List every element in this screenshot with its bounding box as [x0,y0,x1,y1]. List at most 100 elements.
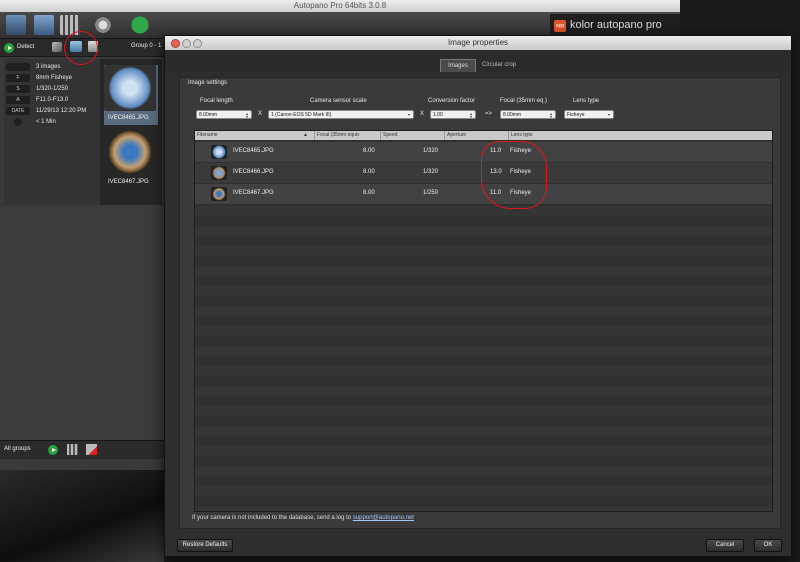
thumbnail-item[interactable]: IVEC8467.JPG [104,129,158,189]
help-icon[interactable] [130,15,150,35]
cell-filename: IVEC8466.JPG [233,169,274,175]
footer-note-text: If your camera is not included to the da… [192,515,352,521]
table-stripe [195,406,772,416]
spinner-icon[interactable]: ▴ ▾ [548,112,554,119]
cell-filename: IVEC8465.JPG [233,148,274,154]
image-settings-group: Image settings Focal length 8.00mm ▴ ▾ X … [179,77,781,529]
table-stripe [195,346,772,356]
add-group-icon[interactable] [67,444,78,455]
multiply-sign: X [420,111,425,117]
annotation-circle [64,31,98,65]
thumbnail-label: IVEC8467.JPG [108,179,149,185]
column-filename[interactable]: Filename ▲ [195,131,315,140]
focal-length-label: Focal length [200,98,233,104]
info-row: F 8mm Fisheye [6,74,98,83]
main-window-title: Autopano Pro 64bits 3.0.8 [0,0,680,12]
column-focal[interactable]: Focal (35mm equiv [315,131,381,140]
new-project-icon[interactable] [6,15,26,35]
brand-text: kolor autopano pro [570,19,662,31]
tab-bar: Images Circular crop [165,50,791,72]
play-all-icon[interactable] [48,445,58,455]
info-row: DATE 11/29/13 12:20 PM [6,107,98,116]
annotation-circle [481,141,547,209]
import-images-icon[interactable] [34,15,54,35]
tab-images[interactable]: Images [440,59,476,72]
table-stripe [195,246,772,256]
play-icon [4,43,14,53]
all-groups-bar: All groups [0,440,165,459]
restore-defaults-button[interactable]: Restore Defaults [177,539,233,552]
all-groups-label: All groups [4,446,31,452]
table-stripe [195,466,772,476]
images-count-icon [6,63,30,71]
ok-button[interactable]: OK [754,539,782,552]
delete-group-icon[interactable] [86,444,97,455]
info-row: < 1 Min [6,118,98,127]
spinner-icon[interactable]: ▴ ▾ [468,112,474,119]
info-value: < 1 Min [36,119,56,125]
footer-note: If your camera is not included to the da… [192,515,414,521]
conversion-factor-label: Conversion factor [428,98,476,104]
table-header: Filename ▲ Focal (35mm equiv Speed Apert… [195,131,772,140]
row-thumbnail-image [211,166,227,180]
table-stripe [195,426,772,436]
info-value: 11/29/13 12:20 PM [36,108,87,114]
group-label: Group 0 - 1 [131,43,162,49]
zoom-window-icon[interactable] [193,39,202,48]
wrench-icon[interactable] [52,42,62,52]
support-email-link[interactable]: support@autopano.net [353,515,414,521]
detect-label: Detect [17,44,35,50]
equals-arrow: => [485,111,493,117]
clock-icon [14,118,22,126]
fisheye-thumbnail-image [104,129,156,175]
info-row: A F11.0-F13.0 [6,96,98,105]
info-key: S [6,85,30,93]
info-value: 3 images [36,64,61,70]
minimize-window-icon[interactable] [182,39,191,48]
cell-focal: 8.00 [363,169,375,175]
info-key: A [6,96,30,104]
info-value: F11.0-F13.0 [36,97,69,103]
close-window-icon[interactable] [171,39,180,48]
focal-35mm-value: 8.00mm [503,112,522,118]
settings-gear-icon[interactable] [93,15,113,35]
focal-length-input[interactable]: 8.00mm ▴ ▾ [196,110,252,119]
lens-type-select[interactable]: Fisheye ▾ [564,110,614,119]
column-aperture[interactable]: Aperture [445,131,509,140]
brand-mark-icon: app [554,20,566,32]
thumbnail-label: IVEC8465.JPG [108,115,149,121]
table-stripe [195,266,772,276]
cell-focal: 8.00 [363,190,375,196]
column-speed[interactable]: Speed [381,131,445,140]
focal-35mm-input[interactable]: 8.00mm ▴ ▾ [500,110,556,119]
sensor-scale-label: Camera sensor scale [310,98,367,104]
cell-filename: IVEC8467.JPG [233,190,274,196]
table-stripe [195,286,772,296]
images-table: Filename ▲ Focal (35mm equiv Speed Apert… [194,130,773,512]
table-stripe [195,386,772,396]
dialog-title: Image properties [447,38,509,47]
sensor-scale-select[interactable]: 1 (Canon-EOS 5D Mark III) ▾ [268,110,414,119]
info-key: DATE [6,107,30,115]
column-lens-type[interactable]: Lens type [509,131,772,140]
table-stripe [195,506,772,511]
thumbnail-item[interactable]: IVEC8465.JPG [104,65,158,125]
row-thumbnail-image [211,145,227,159]
multiply-sign: X [258,111,263,117]
sensor-scale-value: 1 (Canon-EOS 5D Mark III) [271,112,332,118]
cancel-button[interactable]: Cancel [706,539,744,552]
focal-35mm-label: Focal (35mm eq.) [500,98,548,104]
spinner-icon[interactable]: ▴ ▾ [244,112,250,119]
table-stripe [195,446,772,456]
table-stripe [195,366,772,376]
chevron-down-icon: ▾ [407,112,410,117]
cell-speed: 1/320 [423,148,439,154]
fisheye-thumbnail-image [104,65,156,111]
focal-length-value: 8.00mm [199,112,218,118]
conversion-factor-input[interactable]: 1.00 ▴ ▾ [430,110,476,119]
group-info-panel: 3 images F 8mm Fisheye S 1/320-1/250 A F… [4,59,100,205]
tab-circular-crop[interactable]: Circular crop [475,59,523,71]
table-stripe [195,206,772,216]
lens-type-value: Fisheye [567,112,585,118]
detect-button[interactable]: Detect [4,42,48,53]
